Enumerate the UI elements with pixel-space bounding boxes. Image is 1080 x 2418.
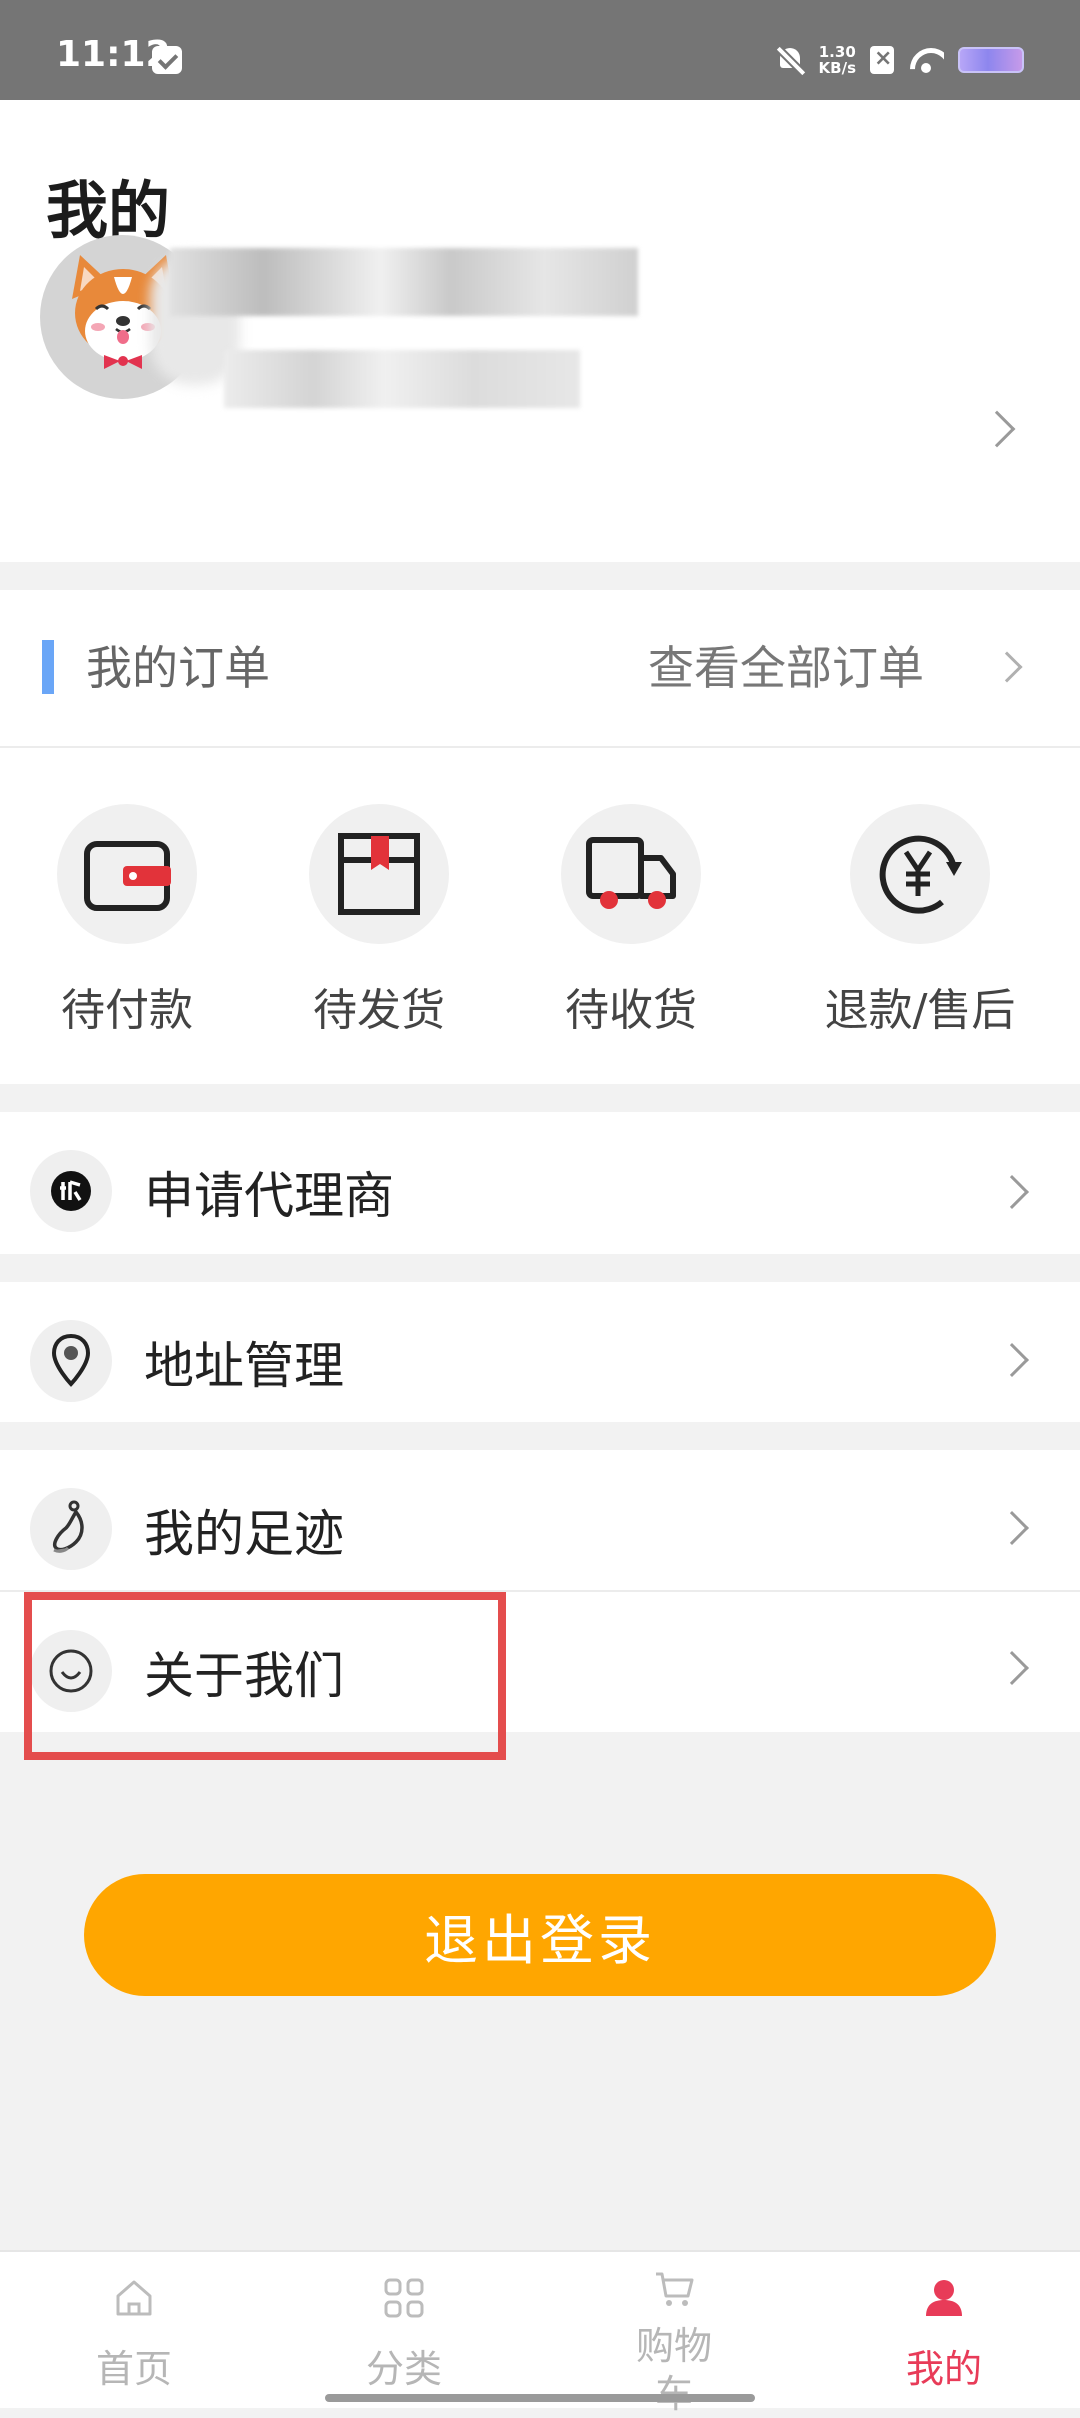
nav-item-cart[interactable]: 购物车 xyxy=(574,2252,774,2416)
view-all-orders-link[interactable]: 查看全部订单 xyxy=(648,632,924,698)
order-status-label: 待发货 xyxy=(313,985,445,1036)
nav-item-category[interactable]: 分类 xyxy=(304,2252,504,2410)
menu-item-apply-agent[interactable]: 申请代理商 xyxy=(0,1112,1080,1254)
logout-button[interactable]: 退出登录 xyxy=(84,1874,996,1996)
message-notification-icon xyxy=(152,46,182,74)
network-speed: 1.30 KB/s xyxy=(819,44,856,76)
menu-icon-bg xyxy=(30,1150,112,1232)
order-status-label: 待收货 xyxy=(565,985,697,1036)
menu-item-label: 我的足迹 xyxy=(144,1505,344,1563)
cart-icon xyxy=(656,2272,694,2306)
truck-icon xyxy=(586,837,676,909)
menu-item-label: 地址管理 xyxy=(144,1337,344,1395)
bell-off-icon xyxy=(775,45,805,75)
nav-item-home[interactable]: 首页 xyxy=(34,2252,234,2410)
menu-item-footprint[interactable]: 我的足迹 xyxy=(0,1450,1080,1590)
wallet-icon xyxy=(84,841,171,911)
nav-label: 首页 xyxy=(95,2347,172,2391)
status-icon-bg xyxy=(57,804,197,944)
menu-icon-bg xyxy=(30,1320,112,1402)
chevron-right-icon xyxy=(995,1651,1029,1685)
order-status-pending-shipment[interactable]: 待发货 xyxy=(254,804,504,1044)
status-icon-bg xyxy=(561,804,701,944)
battery-icon xyxy=(958,47,1024,73)
chevron-right-icon xyxy=(995,1343,1029,1377)
chevron-right-icon xyxy=(991,651,1023,683)
orders-title: 我的订单 xyxy=(86,641,270,695)
profile-name-redacted xyxy=(170,248,638,316)
chevron-right-icon xyxy=(995,1511,1029,1545)
status-indicators: 1.30 KB/s xyxy=(775,40,1024,80)
home-icon xyxy=(116,2280,152,2316)
chevron-right-icon xyxy=(978,410,1016,448)
nav-item-mine[interactable]: 我的 xyxy=(844,2252,1044,2410)
home-indicator xyxy=(325,2394,755,2402)
status-icon-bg xyxy=(309,804,449,944)
order-status-label: 待付款 xyxy=(61,985,193,1036)
order-status-pending-receipt[interactable]: 待收货 xyxy=(506,804,756,1044)
menu-icon-bg xyxy=(30,1488,112,1570)
profile-id-redacted xyxy=(224,350,580,408)
menu-item-address[interactable]: 地址管理 xyxy=(0,1282,1080,1422)
status-icon-bg xyxy=(850,804,990,944)
order-status-refund[interactable]: 退款/售后 xyxy=(790,804,1050,1044)
orders-card: 我的订单 查看全部订单 待付款 待发货 待收货 退款/售后 xyxy=(0,590,1080,1084)
agent-icon xyxy=(51,1171,91,1211)
bottom-nav: 首页 分类 购物车 我的 xyxy=(0,2250,1080,2416)
divider xyxy=(0,746,1080,748)
person-icon xyxy=(926,2280,962,2316)
nav-label: 分类 xyxy=(365,2347,442,2391)
location-pin-icon xyxy=(51,1333,91,1387)
order-status-label: 退款/售后 xyxy=(824,985,1016,1036)
status-bar: 11:12 1.30 KB/s xyxy=(0,0,1080,100)
nav-label: 我的 xyxy=(905,2347,982,2391)
yen-refund-icon xyxy=(879,835,962,914)
no-sim-icon xyxy=(870,46,894,74)
box-icon xyxy=(338,833,420,915)
footprint-icon xyxy=(53,1500,84,1553)
wifi-icon xyxy=(908,46,944,74)
highlight-box xyxy=(24,1592,506,1760)
nav-label: 购物车 xyxy=(635,2324,712,2416)
order-status-pending-payment[interactable]: 待付款 xyxy=(2,804,252,1044)
grid-icon xyxy=(384,2278,424,2318)
network-speed-unit: KB/s xyxy=(818,59,856,77)
chevron-right-icon xyxy=(995,1175,1029,1209)
menu-item-label: 申请代理商 xyxy=(144,1167,394,1225)
orders-accent-bar xyxy=(42,640,54,694)
